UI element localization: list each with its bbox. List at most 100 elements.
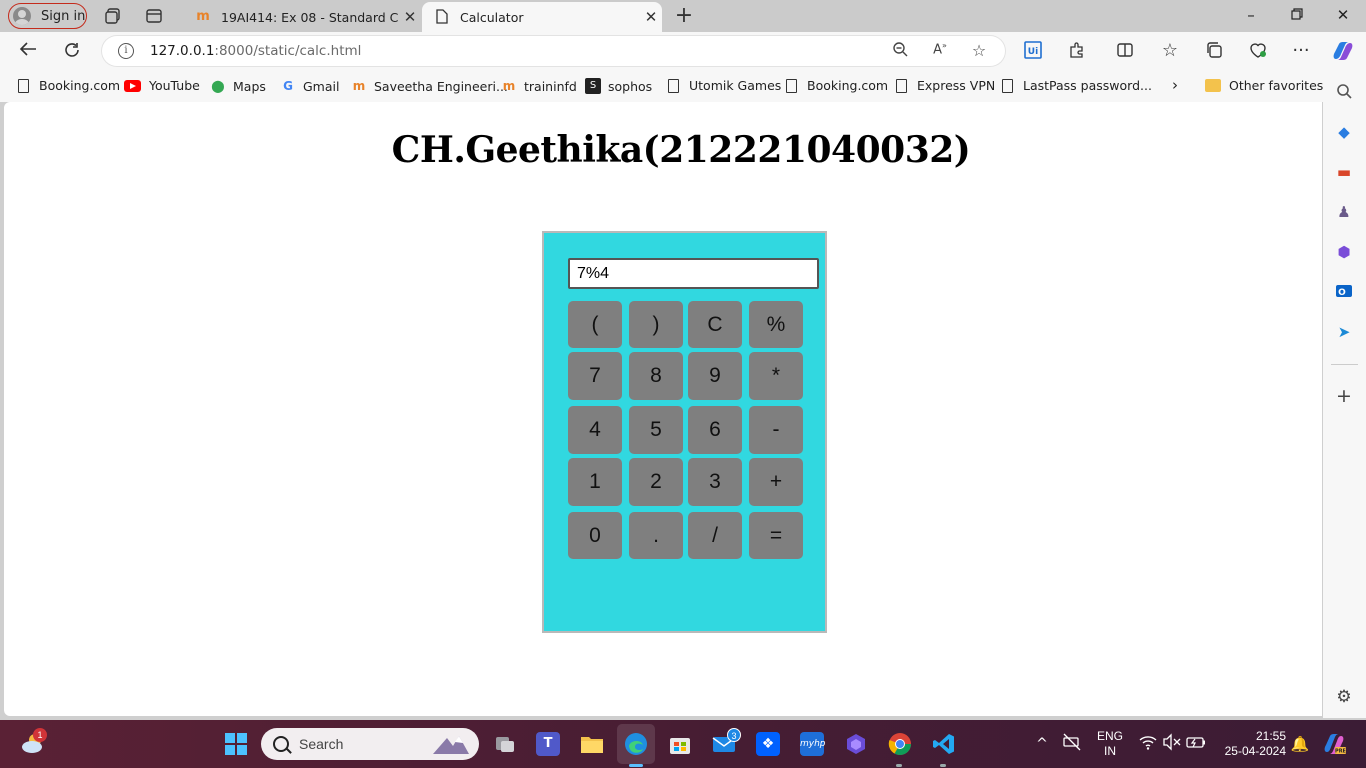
wifi-icon[interactable] — [1136, 732, 1160, 756]
calc-key[interactable]: 3 — [688, 458, 742, 506]
ui-extension-icon[interactable]: Ui — [1022, 41, 1044, 61]
input-language[interactable]: ENG IN — [1094, 729, 1126, 759]
bookmark-maps[interactable]: ⬤ Maps — [210, 78, 266, 94]
bookmark-lastpass[interactable]: LastPass password... — [1000, 78, 1152, 93]
taskbar-search[interactable]: Search — [261, 728, 479, 760]
close-window-icon[interactable]: ✕ — [1333, 6, 1353, 24]
url-host: 127.0.0.1 — [150, 43, 215, 59]
tab-calculator[interactable]: Calculator ✕ — [422, 2, 662, 32]
more-bookmarks-chevron-icon[interactable]: › — [1172, 76, 1178, 94]
calculator-display[interactable]: 7%4 — [568, 258, 819, 289]
bookmark-booking-2[interactable]: Booking.com — [784, 78, 888, 93]
extensions-icon[interactable] — [1066, 41, 1088, 61]
calc-key[interactable]: / — [688, 512, 742, 559]
calc-key[interactable]: ) — [629, 301, 683, 348]
task-view-icon[interactable] — [493, 732, 517, 756]
minimize-icon[interactable]: – — [1241, 6, 1261, 24]
sidebar-settings-gear-icon[interactable]: ⚙ — [1335, 688, 1353, 706]
notification-bell-icon[interactable]: 🔔 — [1288, 732, 1312, 756]
search-placeholder: Search — [299, 736, 344, 752]
teams-icon[interactable]: T — [536, 732, 560, 756]
battery-saver-icon[interactable] — [1060, 732, 1084, 756]
restore-icon[interactable] — [1287, 6, 1307, 24]
copilot-taskbar-icon[interactable] — [844, 732, 868, 756]
show-hidden-icons-chevron-icon[interactable]: ^ — [1030, 732, 1054, 756]
bookmark-sophos[interactable]: Ssophos — [585, 78, 652, 94]
speaker-muted-icon[interactable] — [1160, 732, 1184, 756]
other-favorites-folder[interactable]: Other favorites — [1205, 78, 1323, 93]
calc-key[interactable]: * — [749, 352, 803, 400]
calc-key[interactable]: 6 — [688, 406, 742, 454]
calc-key[interactable]: 7 — [568, 352, 622, 400]
calc-key[interactable]: % — [749, 301, 803, 348]
calc-key[interactable]: 4 — [568, 406, 622, 454]
chrome-icon[interactable] — [888, 732, 912, 756]
page-viewport: CH.Geethika(212221040032) 7%4 () C% 7 8 9 * 4 5… — [4, 102, 1322, 716]
calc-key[interactable]: = — [749, 512, 803, 559]
bookmark-label: Gmail — [303, 78, 340, 94]
bookmark-saveetha[interactable]: m Saveetha Engineeri... — [351, 78, 508, 94]
copilot-icon[interactable] — [1332, 41, 1354, 61]
page-title: CH.Geethika(212221040032) — [391, 129, 971, 171]
games-icon[interactable]: ♟ — [1335, 203, 1353, 221]
new-tab-icon[interactable]: + — [673, 5, 695, 27]
calc-key[interactable]: 9 — [688, 352, 742, 400]
read-aloud-icon[interactable]: A» — [930, 41, 950, 57]
calc-key[interactable]: ( — [568, 301, 622, 348]
add-sidebar-app-icon[interactable]: + — [1335, 387, 1353, 406]
sidebar-search-icon[interactable] — [1335, 83, 1353, 101]
collections-icon[interactable] — [1203, 41, 1225, 61]
copilot-preview-icon[interactable]: PRE — [1322, 732, 1347, 756]
calc-key[interactable]: 5 — [629, 406, 683, 454]
calc-key[interactable]: 2 — [629, 458, 683, 506]
bookmark-traininfd[interactable]: m traininfd — [501, 78, 577, 94]
calc-key[interactable]: C — [688, 301, 742, 348]
clock[interactable]: 21:55 25-04-2024 — [1218, 729, 1286, 759]
dropbox-icon[interactable]: ❖ — [756, 732, 780, 756]
edge-browser-icon[interactable] — [624, 732, 648, 756]
back-icon[interactable] — [17, 41, 39, 61]
zoom-icon[interactable] — [890, 41, 910, 61]
tab-standard-calculator[interactable]: m 19AI414: Ex 08 - Standard Calcula ✕ — [183, 2, 421, 32]
close-tab-icon[interactable]: ✕ — [399, 8, 421, 26]
calc-key[interactable]: 8 — [629, 352, 683, 400]
calc-key[interactable]: . — [629, 512, 683, 559]
favorites-icon[interactable]: ☆ — [1159, 41, 1181, 61]
bookmark-booking[interactable]: Booking.com — [16, 78, 120, 93]
page-icon — [786, 78, 797, 93]
tab-actions-icon[interactable] — [145, 7, 163, 25]
vscode-icon[interactable] — [932, 732, 956, 756]
microsoft-365-icon[interactable]: ⬢ — [1335, 243, 1353, 261]
sign-in-button[interactable]: Sign in — [8, 3, 87, 29]
microsoft-store-icon[interactable] — [668, 732, 692, 756]
more-options-icon[interactable]: ··· — [1290, 41, 1312, 61]
page-icon — [1002, 78, 1013, 93]
address-bar[interactable]: i 127.0.0.1:8000/static/calc.html A» ☆ — [102, 36, 1005, 66]
bookmark-gmail[interactable]: G Gmail — [280, 78, 339, 94]
start-windows-icon[interactable] — [224, 732, 248, 756]
file-explorer-icon[interactable] — [580, 732, 604, 756]
bookmark-label: Saveetha Engineeri... — [374, 78, 508, 94]
bookmark-youtube[interactable]: YouTube — [124, 78, 200, 93]
tools-briefcase-icon[interactable]: ▬ — [1335, 163, 1353, 181]
battery-icon[interactable] — [1184, 732, 1208, 756]
send-icon[interactable]: ➤ — [1335, 323, 1353, 341]
calc-key[interactable]: - — [749, 406, 803, 454]
myhp-icon[interactable]: myhp — [800, 732, 826, 756]
outlook-icon[interactable]: O — [1335, 283, 1353, 301]
shopping-tag-icon[interactable]: ◆ — [1335, 123, 1353, 141]
bookmark-label: Booking.com — [807, 78, 889, 93]
calc-key[interactable]: 0 — [568, 512, 622, 559]
bookmark-utomik[interactable]: Utomik Games — [666, 78, 781, 93]
split-screen-icon[interactable] — [1114, 41, 1136, 61]
close-tab-icon[interactable]: ✕ — [640, 8, 662, 26]
bookmark-express-vpn[interactable]: Express VPN — [894, 78, 995, 93]
refresh-icon[interactable] — [61, 41, 83, 61]
page-icon — [18, 78, 29, 93]
info-icon[interactable]: i — [118, 43, 134, 59]
workspaces-icon[interactable] — [104, 7, 122, 25]
calc-key[interactable]: + — [749, 458, 803, 506]
favorite-star-icon[interactable]: ☆ — [969, 41, 989, 60]
browser-essentials-icon[interactable] — [1247, 41, 1269, 61]
calc-key[interactable]: 1 — [568, 458, 622, 506]
